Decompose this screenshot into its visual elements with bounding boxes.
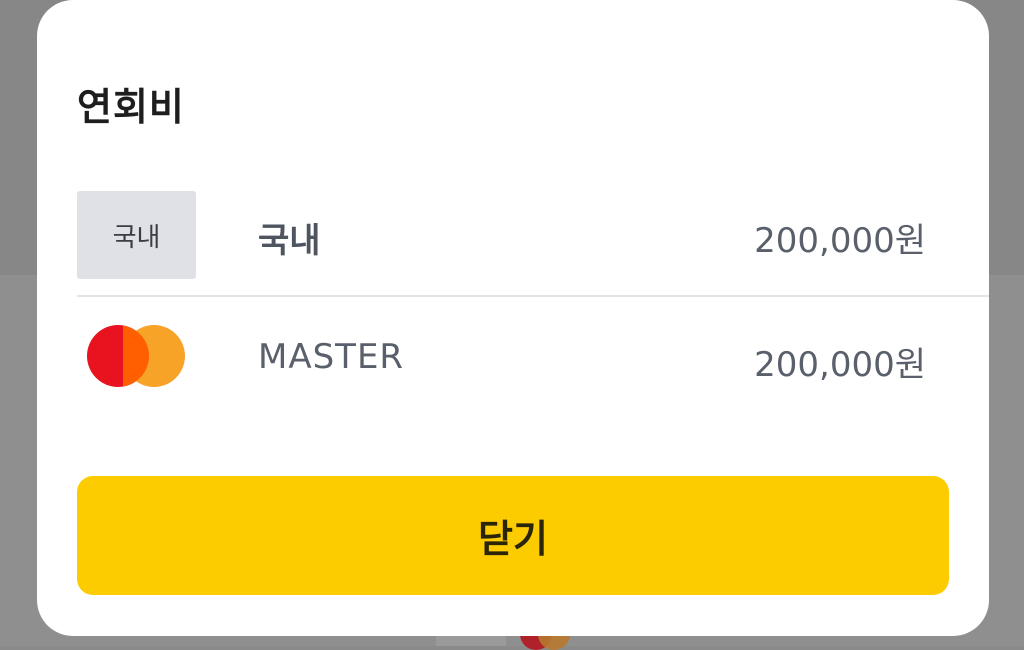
fee-row-amount: 200,000원 [754, 221, 926, 261]
close-button[interactable]: 닫기 [77, 476, 949, 595]
sheet-title: 연회비 [77, 85, 185, 129]
annual-fee-sheet: 연회비 국내 국내 200,000원 MASTER 200,000원 닫기 [37, 0, 989, 636]
fee-row-domestic: 국내 국내 200,000원 [77, 191, 989, 296]
domestic-badge: 국내 [77, 191, 196, 279]
mastercard-icon [87, 325, 185, 387]
fee-row-master: MASTER 200,000원 [77, 297, 989, 417]
fee-row-name: 국내 [258, 221, 321, 261]
fee-row-name: MASTER [258, 337, 405, 377]
fee-row-amount: 200,000원 [754, 345, 926, 385]
